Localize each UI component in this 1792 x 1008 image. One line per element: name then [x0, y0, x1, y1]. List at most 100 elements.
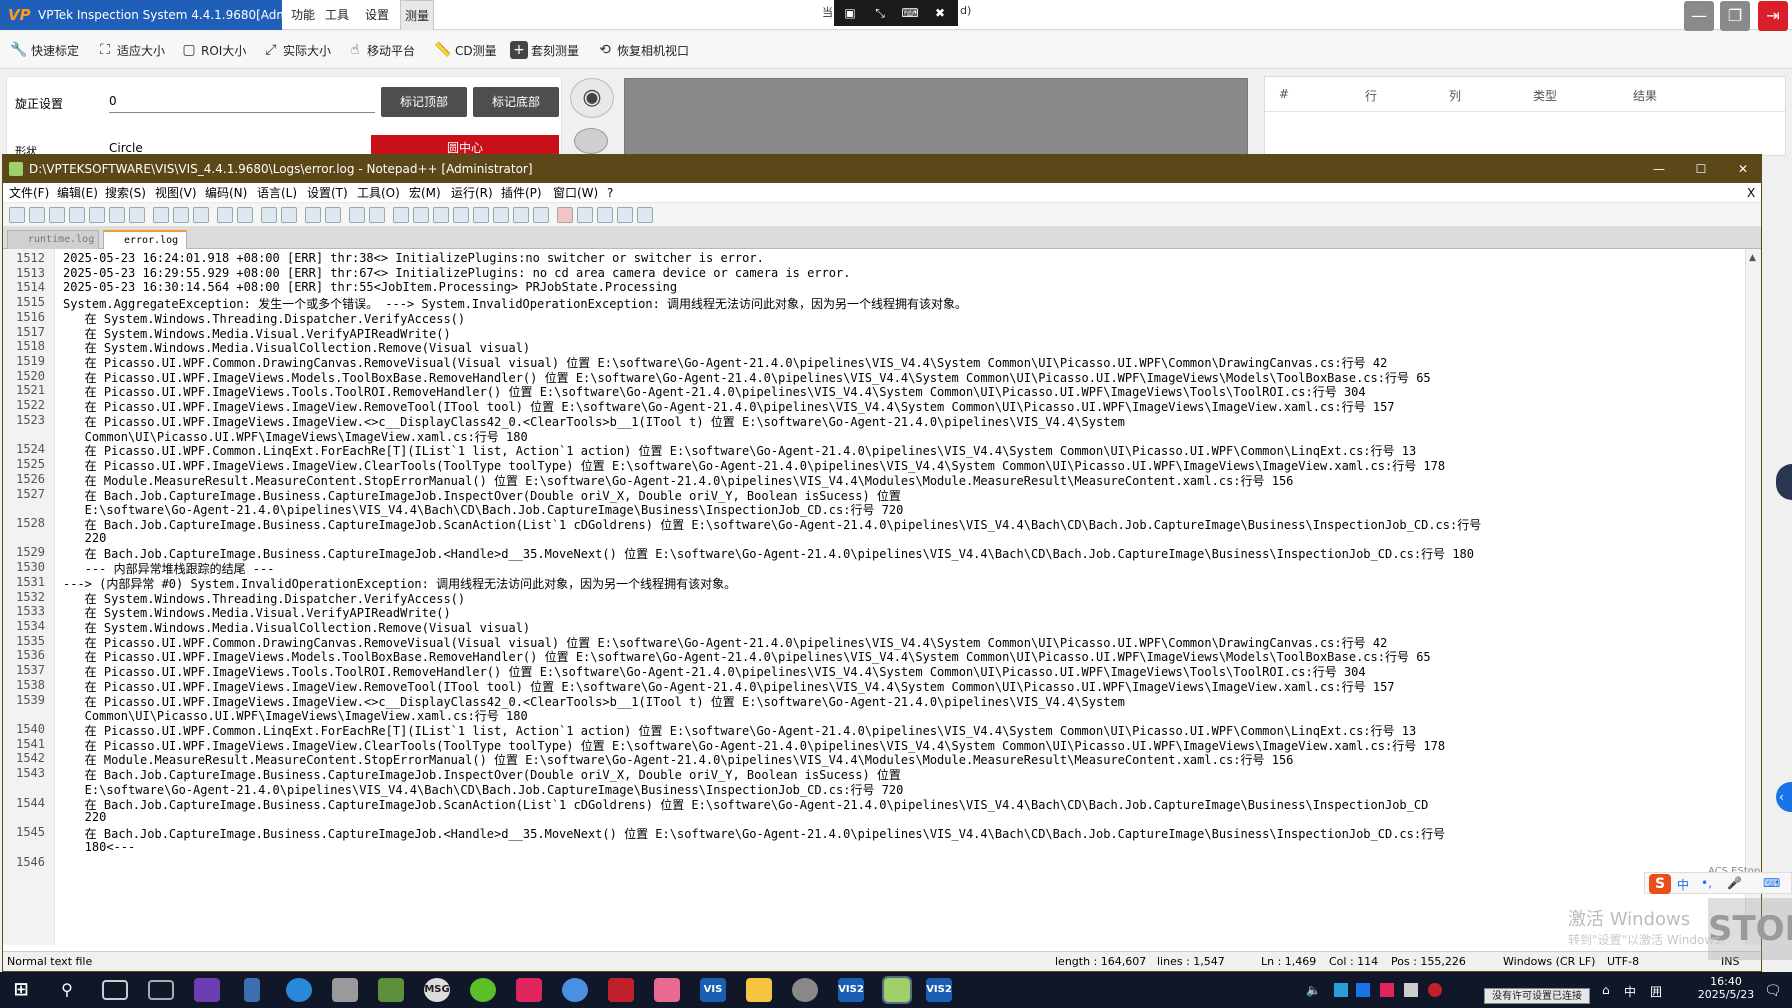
- word-wrap-icon[interactable]: [393, 207, 409, 223]
- volume-icon[interactable]: 🔈: [1306, 983, 1321, 997]
- status-encoding[interactable]: UTF-8: [1607, 952, 1639, 972]
- windows-start-icon[interactable]: ⊞: [8, 978, 34, 1002]
- folder-icon[interactable]: [746, 978, 772, 1002]
- indent-guide-icon[interactable]: [433, 207, 449, 223]
- notepad-taskbar-icon[interactable]: [882, 976, 912, 1004]
- notification-icon[interactable]: 🗨: [1764, 983, 1782, 999]
- status-eol[interactable]: Windows (CR LF): [1503, 952, 1595, 972]
- lang-icon[interactable]: [453, 207, 469, 223]
- menu-tools[interactable]: 工具: [322, 0, 352, 30]
- sogou-ime-icon[interactable]: S: [1649, 874, 1671, 894]
- wechat-icon[interactable]: [470, 978, 496, 1002]
- keyboard-ime-icon[interactable]: ⌨: [1763, 876, 1780, 890]
- input-grid-icon[interactable]: 囲: [1650, 983, 1662, 1000]
- grid-icon[interactable]: [574, 128, 608, 154]
- keyboard-icon[interactable]: ⌨: [900, 5, 920, 21]
- mark-bottom-button[interactable]: 标记底部: [473, 87, 559, 117]
- new-file-icon[interactable]: [9, 207, 25, 223]
- zoom-out-icon[interactable]: [325, 207, 341, 223]
- close-document-button[interactable]: X: [1747, 183, 1755, 203]
- scroll-up-icon[interactable]: ▲: [1749, 253, 1756, 263]
- menu-macro[interactable]: 宏(M): [409, 183, 441, 203]
- find-icon[interactable]: [261, 207, 277, 223]
- np-minimize-button[interactable]: —: [1649, 155, 1669, 183]
- overlay-measure-button[interactable]: + 套刻测量: [510, 39, 579, 61]
- paste-icon[interactable]: [193, 207, 209, 223]
- menu-view[interactable]: 视图(V): [155, 183, 197, 203]
- menu-plugins[interactable]: 插件(P): [501, 183, 542, 203]
- ime-mode-label[interactable]: 中: [1677, 876, 1689, 893]
- monitor-icon[interactable]: ▣: [840, 5, 860, 21]
- menu-settings-np[interactable]: 设置(T): [307, 183, 348, 203]
- close-all-icon[interactable]: [109, 207, 125, 223]
- side-handle[interactable]: [1776, 464, 1792, 500]
- visual-studio-icon[interactable]: [194, 978, 220, 1002]
- menu-window[interactable]: 窗口(W): [553, 183, 598, 203]
- save-icon[interactable]: [49, 207, 65, 223]
- ime-punct-icon[interactable]: •,: [1701, 876, 1712, 890]
- show-all-chars-icon[interactable]: [413, 207, 429, 223]
- print-icon[interactable]: [129, 207, 145, 223]
- vis-app-icon[interactable]: VIS: [700, 978, 726, 1002]
- remote-app-icon[interactable]: [792, 978, 818, 1002]
- restore-camera-view-button[interactable]: ⟲ 恢复相机视口: [596, 39, 689, 61]
- tray-usb-icon[interactable]: [1404, 983, 1418, 997]
- play-macro-icon[interactable]: [597, 207, 613, 223]
- ime-indicator[interactable]: 中: [1624, 983, 1636, 1000]
- vertical-scrollbar[interactable]: ▲: [1745, 249, 1761, 945]
- undo-icon[interactable]: [217, 207, 233, 223]
- menu-file[interactable]: 文件(F): [9, 183, 49, 203]
- chrome-icon[interactable]: [562, 978, 588, 1002]
- side-expand-icon[interactable]: ‹: [1776, 782, 1792, 812]
- sync-horizontal-icon[interactable]: [369, 207, 385, 223]
- search-icon[interactable]: ⚲: [54, 978, 80, 1002]
- np-maximize-button[interactable]: ☐: [1691, 155, 1711, 183]
- doc-map-icon[interactable]: [473, 207, 489, 223]
- minimize-button[interactable]: —: [1684, 1, 1714, 31]
- redo-icon[interactable]: [237, 207, 253, 223]
- copy-icon[interactable]: [173, 207, 189, 223]
- pin-icon[interactable]: ⤡: [870, 5, 890, 21]
- rotation-input[interactable]: 0: [109, 91, 375, 113]
- msg-app-icon[interactable]: MSG: [424, 978, 450, 1002]
- save-all-icon[interactable]: [69, 207, 85, 223]
- cd-measure-button[interactable]: 📏 CD测量: [434, 39, 496, 61]
- monitor-icon-np[interactable]: [533, 207, 549, 223]
- menu-edit[interactable]: 编辑(E): [57, 183, 98, 203]
- fit-size-button[interactable]: ⛶ 适应大小: [96, 39, 165, 61]
- function-list-icon[interactable]: [493, 207, 509, 223]
- tray-media-icon[interactable]: [1380, 983, 1394, 997]
- menu-search[interactable]: 搜索(S): [105, 183, 146, 203]
- record-macro-icon[interactable]: [557, 207, 573, 223]
- tray-app-icon[interactable]: [1334, 983, 1348, 997]
- folder-workspace-icon[interactable]: [513, 207, 529, 223]
- tab-runtime-log[interactable]: runtime.log ⊠: [7, 230, 99, 263]
- exit-button[interactable]: ⇥: [1758, 1, 1788, 31]
- circle-center-button[interactable]: 圆中心: [371, 135, 559, 156]
- menu-measure[interactable]: 测量: [400, 0, 434, 30]
- run-multiple-macro-icon[interactable]: [617, 207, 633, 223]
- ime-toolbar[interactable]: S 中 •, 🎤 ⌨: [1644, 872, 1792, 894]
- np-close-button[interactable]: ✕: [1733, 155, 1753, 183]
- menu-function[interactable]: 功能: [288, 0, 318, 30]
- menu-language[interactable]: 语言(L): [257, 183, 297, 203]
- menu-help[interactable]: ?: [607, 183, 613, 203]
- microphone-icon[interactable]: 🎤: [1727, 876, 1742, 890]
- network-app-icon[interactable]: [286, 978, 312, 1002]
- editor-area[interactable]: 1512 2025-05-23 16:24:01.918 +08:00 [ERR]…: [3, 249, 1745, 945]
- menu-tools-np[interactable]: 工具(O): [357, 183, 400, 203]
- disconnect-icon[interactable]: ✖: [930, 5, 950, 21]
- task-view-icon[interactable]: [148, 980, 174, 1000]
- vis-app-icon-2[interactable]: VIS2: [838, 978, 864, 1002]
- menu-encoding[interactable]: 编码(N): [205, 183, 247, 203]
- roi-size-button[interactable]: ▢ ROI大小: [180, 39, 246, 61]
- move-stage-button[interactable]: ☝ 移动平台: [346, 39, 415, 61]
- tray-shield-icon[interactable]: [1356, 983, 1370, 997]
- pdf-app-icon[interactable]: [608, 978, 634, 1002]
- media-app-icon[interactable]: [516, 978, 542, 1002]
- menu-run[interactable]: 运行(R): [451, 183, 493, 203]
- save-macro-icon[interactable]: [637, 207, 653, 223]
- zoom-in-icon[interactable]: [305, 207, 321, 223]
- vis-app-icon-3[interactable]: VIS2: [926, 978, 952, 1002]
- actual-size-button[interactable]: ⤢ 实际大小: [262, 39, 331, 61]
